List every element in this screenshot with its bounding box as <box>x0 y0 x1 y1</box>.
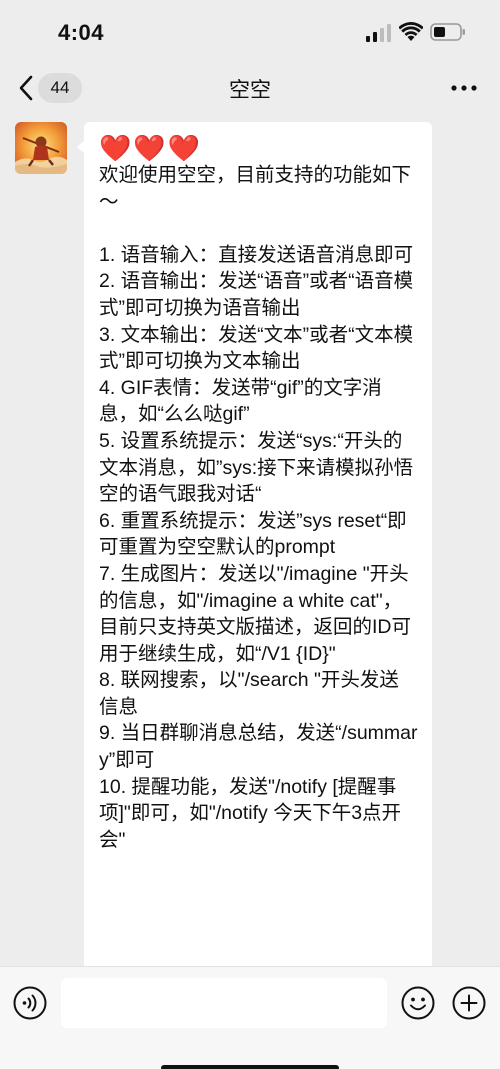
unread-count-badge: 44 <box>38 73 82 103</box>
message-input[interactable] <box>61 978 387 1028</box>
battery-icon <box>430 23 465 41</box>
voice-input-icon[interactable] <box>13 986 47 1020</box>
message-text: 欢迎使用空空，目前支持的功能如下～ 1. 语音输入：直接发送语音消息即可 2. … <box>99 164 418 851</box>
emoji-icon[interactable] <box>401 986 435 1020</box>
status-time: 4:04 <box>58 20 105 45</box>
home-indicator <box>161 1065 339 1069</box>
chevron-left-icon <box>19 75 33 101</box>
avatar[interactable] <box>15 122 67 174</box>
wifi-icon <box>399 22 423 41</box>
message-list[interactable]: ❤️❤️❤️ 欢迎使用空空，目前支持的功能如下～ 1. 语音输入：直接发送语音消息… <box>0 114 500 966</box>
cellular-signal-icon <box>366 24 391 42</box>
more-options-icon[interactable] <box>448 76 480 100</box>
chat-screen: 4:04 44 空空 ❤️❤️❤️ 欢迎使用空空，目前支持的功能如下～ 1. 语… <box>0 0 500 1069</box>
back-button[interactable]: 44 <box>16 72 86 104</box>
nav-bar: 44 空空 <box>0 62 500 114</box>
chat-title: 空空 <box>229 79 271 102</box>
monkey-king-avatar-icon <box>15 122 67 174</box>
message-bubble[interactable]: ❤️❤️❤️ 欢迎使用空空，目前支持的功能如下～ 1. 语音输入：直接发送语音消息… <box>84 122 432 966</box>
status-bar: 4:04 <box>0 0 500 62</box>
hearts-emoji: ❤️❤️❤️ <box>99 133 203 163</box>
input-bar <box>0 966 500 1069</box>
plus-icon[interactable] <box>452 986 486 1020</box>
